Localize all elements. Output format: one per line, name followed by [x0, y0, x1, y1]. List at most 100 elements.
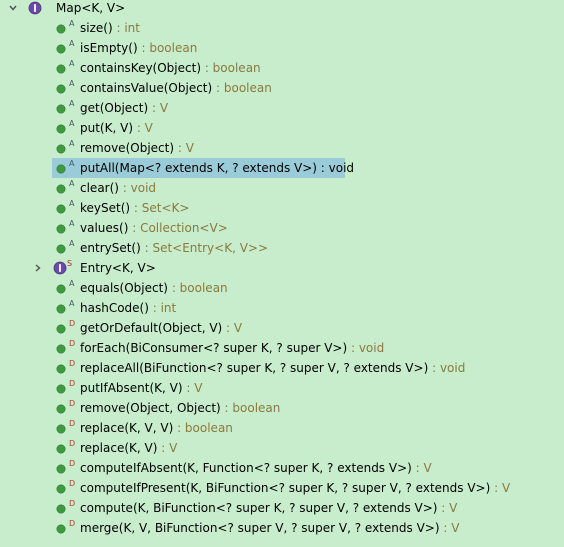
- abstract-overlay-icon: A: [69, 239, 75, 248]
- default-overlay-icon: D: [69, 399, 76, 408]
- member-return-type: : int: [112, 21, 140, 35]
- member-name: computeIfPresent(K, BiFunction<? super K…: [80, 481, 491, 495]
- member-name: replace(K, V, V): [80, 421, 174, 435]
- member-label: remove(Object, Object) : boolean: [80, 400, 280, 416]
- member-label: containsValue(Object) : boolean: [80, 80, 272, 96]
- tree-row-method[interactable]: Dremove(Object, Object) : boolean: [0, 398, 564, 418]
- abstract-overlay-icon: A: [69, 119, 75, 128]
- tree-row-method[interactable]: Asize() : int: [0, 18, 564, 38]
- tree-row-method[interactable]: AputAll(Map<? extends K, ? extends V>) :…: [0, 158, 564, 178]
- public-method-icon: [56, 124, 66, 134]
- member-return-type: : Collection<V>: [128, 221, 228, 235]
- abstract-overlay-icon: A: [69, 79, 75, 88]
- member-name: merge(K, V, BiFunction<? super V, ? supe…: [80, 521, 440, 535]
- member-label: Entry<K, V>: [80, 260, 156, 276]
- member-name: keySet(): [80, 201, 131, 215]
- tree-row-method[interactable]: AentrySet() : Set<Entry<K, V>>: [0, 238, 564, 258]
- member-return-type: : boolean: [137, 41, 198, 55]
- member-label: computeIfPresent(K, BiFunction<? super K…: [80, 480, 510, 496]
- abstract-overlay-icon: A: [69, 179, 75, 188]
- abstract-overlay-icon: A: [69, 279, 75, 288]
- member-return-type: : void: [118, 181, 157, 195]
- default-overlay-icon: D: [69, 379, 76, 388]
- public-method-icon: [56, 504, 66, 514]
- member-name: hashCode(): [80, 301, 149, 315]
- member-name: get(Object): [80, 101, 149, 115]
- tree-row-method[interactable]: Aput(K, V) : V: [0, 118, 564, 138]
- chevron-right-icon[interactable]: [34, 264, 42, 272]
- member-label: merge(K, V, BiFunction<? super V, ? supe…: [80, 520, 459, 536]
- member-return-type: : V: [133, 121, 153, 135]
- member-name: compute(K, BiFunction<? super K, ? super…: [80, 501, 438, 515]
- member-return-type: : boolean: [220, 401, 281, 415]
- default-overlay-icon: D: [69, 339, 76, 348]
- default-overlay-icon: D: [69, 459, 76, 468]
- public-method-icon: [56, 464, 66, 474]
- tree-row-method[interactable]: Aclear() : void: [0, 178, 564, 198]
- tree-row-method[interactable]: AhashCode() : int: [0, 298, 564, 318]
- member-label: hashCode() : int: [80, 300, 176, 316]
- default-overlay-icon: D: [69, 419, 76, 428]
- member-name: remove(Object, Object): [80, 401, 221, 415]
- abstract-overlay-icon: A: [69, 159, 75, 168]
- interface-icon: [53, 261, 67, 275]
- member-return-type: : boolean: [168, 281, 228, 295]
- tree-row-method[interactable]: DforEach(BiConsumer<? super K, ? super V…: [0, 338, 564, 358]
- member-return-type: : V: [439, 521, 460, 535]
- chevron-down-icon[interactable]: [9, 4, 17, 12]
- abstract-overlay-icon: A: [69, 219, 75, 228]
- tree-row-root[interactable]: Map<K, V>: [0, 0, 564, 18]
- default-overlay-icon: D: [69, 499, 76, 508]
- member-return-type: : int: [148, 301, 177, 315]
- member-label: forEach(BiConsumer<? super K, ? super V>…: [80, 340, 384, 356]
- tree-row-method[interactable]: AcontainsValue(Object) : boolean: [0, 78, 564, 98]
- tree-row-method[interactable]: DputIfAbsent(K, V) : V: [0, 378, 564, 398]
- abstract-overlay-icon: A: [69, 199, 75, 208]
- member-return-type: : Set<K>: [130, 201, 190, 215]
- tree-row-method[interactable]: Aget(Object) : V: [0, 98, 564, 118]
- tree-row-method[interactable]: DcomputeIfAbsent(K, Function<? super K, …: [0, 458, 564, 478]
- member-return-type: : boolean: [212, 81, 272, 95]
- tree-row-method[interactable]: DgetOrDefault(Object, V) : V: [0, 318, 564, 338]
- tree-row-method[interactable]: DreplaceAll(BiFunction<? super K, ? supe…: [0, 358, 564, 378]
- default-overlay-icon: D: [69, 319, 76, 328]
- member-name: entrySet(): [80, 241, 141, 255]
- root-label: Map<K, V>: [56, 1, 126, 15]
- tree-row-method[interactable]: Dcompute(K, BiFunction<? super K, ? supe…: [0, 498, 564, 518]
- member-name: replace(K, V): [80, 441, 158, 455]
- public-method-icon: [56, 64, 66, 74]
- public-method-icon: [56, 524, 66, 534]
- tree-row-method[interactable]: DcomputeIfPresent(K, BiFunction<? super …: [0, 478, 564, 498]
- member-name: putIfAbsent(K, V): [80, 381, 183, 395]
- member-return-type: : boolean: [201, 61, 261, 75]
- tree-row-method[interactable]: Dreplace(K, V, V) : boolean: [0, 418, 564, 438]
- member-name: containsKey(Object): [80, 61, 201, 75]
- tree-row-method[interactable]: Aremove(Object) : V: [0, 138, 564, 158]
- member-label: get(Object) : V: [80, 100, 168, 116]
- tree-row-method[interactable]: Aequals(Object) : boolean: [0, 278, 564, 298]
- tree-row-method[interactable]: AisEmpty() : boolean: [0, 38, 564, 58]
- member-label: size() : int: [80, 20, 140, 36]
- member-label: values() : Collection<V>: [80, 220, 228, 236]
- abstract-overlay-icon: A: [69, 19, 75, 28]
- public-method-icon: [56, 284, 66, 294]
- member-label: getOrDefault(Object, V) : V: [80, 320, 242, 336]
- static-overlay-icon: S: [67, 259, 73, 268]
- tree-row-method[interactable]: Dreplace(K, V) : V: [0, 438, 564, 458]
- abstract-overlay-icon: A: [69, 99, 75, 108]
- public-method-icon: [56, 324, 66, 334]
- member-return-type: : V: [148, 101, 169, 115]
- tree-row-method[interactable]: AcontainsKey(Object) : boolean: [0, 58, 564, 78]
- public-method-icon: [56, 104, 66, 114]
- tree-row-method[interactable]: AkeySet() : Set<K>: [0, 198, 564, 218]
- member-name: Entry<K, V>: [80, 261, 156, 275]
- member-name: replaceAll(BiFunction<? super K, ? super…: [80, 361, 429, 375]
- tree-row-method[interactable]: Dmerge(K, V, BiFunction<? super V, ? sup…: [0, 518, 564, 538]
- public-method-icon: [56, 84, 66, 94]
- member-label: put(K, V) : V: [80, 120, 153, 136]
- member-label: compute(K, BiFunction<? super K, ? super…: [80, 500, 457, 516]
- tree-row-nested-interface[interactable]: S Entry<K, V>: [0, 258, 564, 278]
- tree-row-method[interactable]: Avalues() : Collection<V>: [0, 218, 564, 238]
- public-method-icon: [56, 204, 66, 214]
- public-method-icon: [56, 144, 66, 154]
